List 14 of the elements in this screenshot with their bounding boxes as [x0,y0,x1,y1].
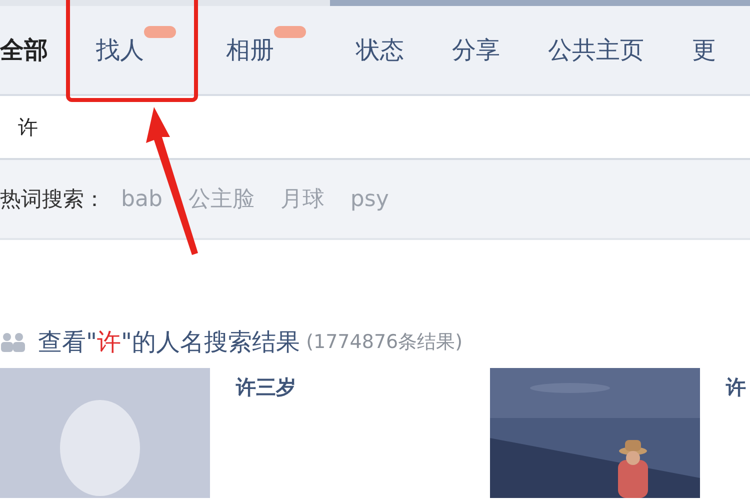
hot-words-label: 热词搜索： [0,186,105,213]
tab[interactable]: 分享 [452,34,500,66]
tab[interactable]: 状态 [356,34,404,66]
tab[interactable]: 全部 [0,34,48,66]
people-icon [0,332,28,352]
tab[interactable]: 公共主页 [548,34,644,66]
result-count: (1774876条结果) [306,330,463,355]
results-title: 查看"许"的人名搜索结果 [38,327,300,358]
search-field[interactable]: 许 [16,114,620,140]
tab[interactable]: 更 [692,34,716,66]
tab[interactable]: 相册 [226,34,274,66]
tab[interactable]: 找人 [96,34,144,66]
person-name[interactable]: 许 [726,374,746,401]
person-name[interactable]: 许三岁 [236,374,296,401]
